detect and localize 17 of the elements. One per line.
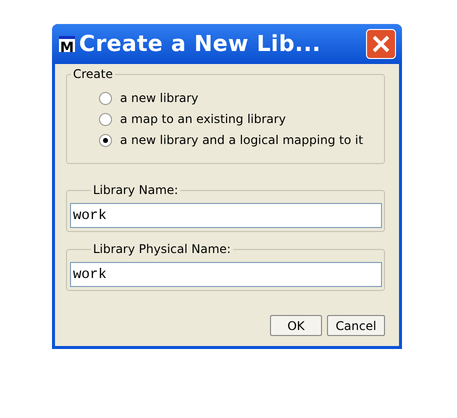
input-field[interactable]: work [70, 262, 382, 287]
field-label: Library Physical Name: [91, 242, 233, 256]
radio-label[interactable]: a new library [120, 91, 198, 105]
radio-label[interactable]: a new library and a logical mapping to it [120, 133, 364, 147]
close-icon [372, 35, 390, 53]
window-title: Create a New Lib... [79, 32, 322, 56]
radio-label[interactable]: a map to an existing library [120, 112, 286, 126]
app-icon: M [59, 36, 75, 52]
close-button[interactable] [366, 29, 396, 59]
radio-button[interactable] [99, 92, 112, 104]
cancel-button[interactable]: Cancel [327, 315, 385, 336]
input-field[interactable]: work [70, 203, 382, 228]
radio-button[interactable] [99, 112, 112, 126]
radio-button[interactable] [99, 134, 112, 146]
field-label: Library Name: [91, 183, 180, 197]
group-label: Create [71, 67, 115, 81]
ok-button[interactable]: OK [270, 315, 322, 336]
